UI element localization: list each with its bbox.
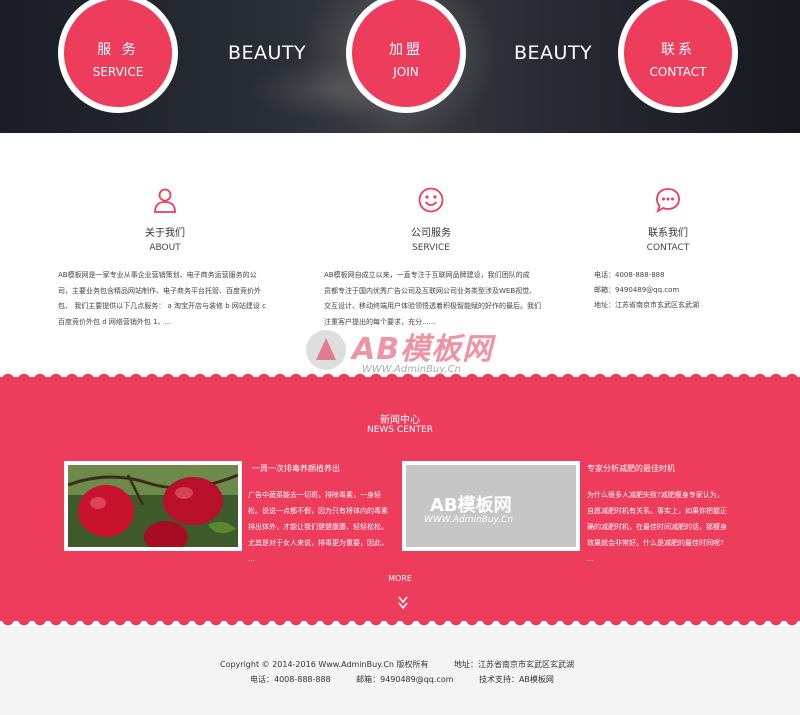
- footer-copyright-line: Copyright © 2014-2016 Www.AdminBuy.Cn 版权…: [220, 660, 574, 669]
- smiley-icon: [418, 187, 444, 213]
- news-excerpt-line: 松。说说一点都不假，因为只有将体内的毒素: [248, 507, 388, 515]
- news-excerpt-line: 效果就会非常好。什么是减肥的最佳时间呢?: [587, 539, 724, 547]
- news-excerpt-line: 排出体外，才能让我们健健康康、轻轻松松。: [248, 523, 388, 531]
- placeholder-logo-text: AB模板网: [430, 495, 512, 516]
- beauty-word-2: BEAUTY: [514, 42, 593, 64]
- news-excerpt-line: ...: [248, 555, 255, 563]
- join-circle-subtitle: JOIN: [393, 65, 419, 79]
- news-excerpt-line: ...: [587, 555, 594, 563]
- news-excerpt-line: 尤其是对于女人来说，排毒更为重要，因此，: [248, 539, 388, 547]
- service-circle-subtitle: SERVICE: [92, 65, 144, 79]
- contact-phone: 电话：4008-888-888: [594, 271, 665, 279]
- about-line: 包、 我们主要提供以下几点服务： a 淘宝开店与装修 b 网站建设 c: [58, 302, 266, 310]
- more-link[interactable]: MORE: [0, 574, 800, 583]
- news-excerpt-2: 为什么很多人减肥失败?减肥瘦身专家认为， 自愿减肥时机有关系。事实上，如果你把握…: [587, 487, 727, 567]
- service-column: 公司服务 SERVICE: [386, 186, 476, 253]
- join-circle-title: 加盟: [389, 42, 423, 58]
- about-title[interactable]: 关于我们: [120, 224, 210, 239]
- news-excerpt-line: 为什么很多人减肥失败?减肥瘦身专家认为，: [587, 491, 724, 499]
- contact-address: 地址：江苏省南京市玄武区玄武湖: [594, 301, 699, 309]
- news-headline-1[interactable]: 一周一次排毒养颜植养出: [252, 463, 340, 474]
- footer: Copyright © 2014-2016 Www.AdminBuy.Cn 版权…: [0, 626, 800, 715]
- about-line: 百度竞价外包 d 网络营销外包 1、...: [58, 317, 172, 326]
- about-line: 司，主要业务包含精品网站制作、电子商务平台托管、百度竞价外: [58, 286, 261, 295]
- about-text: AB模板网是一家专业从事企业营销策划、电子商务运营服务的公 司，主要业务包含精品…: [58, 268, 298, 330]
- placeholder-url-text: WWW.AdminBuy.Cn: [424, 515, 514, 525]
- about-column: 关于我们 ABOUT: [120, 186, 210, 253]
- double-chevron-down-icon[interactable]: [397, 595, 409, 611]
- contact-circle-subtitle: CONTACT: [649, 65, 707, 79]
- service-subtitle: SERVICE: [412, 243, 450, 253]
- contact-title[interactable]: 联系我们: [623, 224, 713, 239]
- contact-email: 邮箱：9490489@qq.com: [594, 286, 680, 294]
- news-image-placeholder[interactable]: AB模板网 WWW.AdminBuy.Cn: [402, 461, 580, 551]
- service-title[interactable]: 公司服务: [386, 224, 476, 239]
- news-subtitle: NEWS CENTER: [366, 425, 434, 435]
- service-line: 交互设计、移动终端用户体验领悟透着积极智能赋的好作的最后。我们: [324, 302, 541, 310]
- news-excerpt-1: 广告中蔬菜能去一切斑，排除毒素，一身轻 松。说说一点都不假，因为只有将体内的毒素…: [248, 487, 388, 567]
- about-subtitle: ABOUT: [149, 243, 181, 253]
- chat-bubble-icon: [656, 188, 680, 213]
- about-line: AB模板网是一家专业从事企业营销策划、电子商务运营服务的公: [58, 271, 257, 279]
- footer-contact-line: 电话：4008-888-888 邮箱：9490489@qq.com 技术支持：A…: [250, 675, 554, 684]
- news-headline-2[interactable]: 专家分析减肥的最佳时机: [587, 463, 675, 474]
- contact-circle-title: 联系: [661, 42, 695, 58]
- contact-subtitle: CONTACT: [646, 243, 690, 253]
- service-circle-button[interactable]: 服 务 SERVICE: [58, 0, 178, 113]
- news-title: 新闻中心: [380, 415, 420, 426]
- service-circle-title: 服 务: [97, 42, 139, 58]
- contact-column: 联系我们 CONTACT: [623, 186, 713, 253]
- person-icon: [154, 188, 176, 213]
- news-excerpt-line: 确的减肥时机，在最佳时间减肥的话，那瘦身: [587, 523, 727, 531]
- apple-photo: [68, 465, 238, 547]
- news-image-apples[interactable]: [64, 461, 242, 551]
- contact-circle-button[interactable]: 联系 CONTACT: [618, 0, 738, 113]
- beauty-word-1: BEAUTY: [228, 42, 307, 64]
- watermark-emblem-icon: [306, 330, 346, 370]
- news-section: 新闻中心 NEWS CENTER 一周一次排毒养颜植养出 广告中蔬菜能去一切斑，…: [0, 377, 800, 621]
- service-line: AB模板网自成立以来，一直专注于互联网品牌建设，我们团队的成: [324, 271, 530, 279]
- contact-details: 电话：4008-888-888 邮箱：9490489@qq.com 地址：江苏省…: [594, 268, 794, 313]
- hero-banner: 服 务 SERVICE BEAUTY 加盟 JOIN BEAUTY 联系 CON…: [0, 0, 800, 133]
- watermark-logo-text: AB模板网: [352, 332, 494, 367]
- news-excerpt-line: 广告中蔬菜能去一切斑，排除毒素，一身轻: [248, 491, 381, 499]
- service-line: 员都专注于国内优秀广告公司及互联网公司业务类型涉及WEB视觉、: [324, 286, 537, 295]
- news-excerpt-line: 自愿减肥时机有关系。事实上，如果你把握正: [587, 507, 727, 515]
